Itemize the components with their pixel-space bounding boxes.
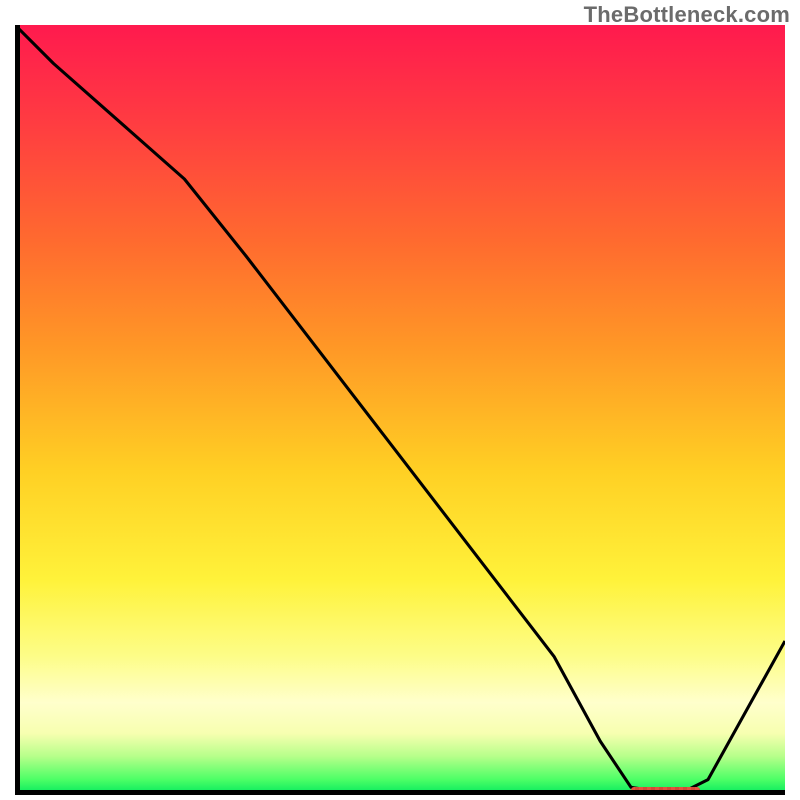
curve-svg (15, 25, 785, 795)
plot-area (15, 25, 785, 795)
bottleneck-curve-path (15, 25, 785, 795)
chart-container: TheBottleneck.com (0, 0, 800, 800)
optimal-range-marker (631, 787, 700, 795)
